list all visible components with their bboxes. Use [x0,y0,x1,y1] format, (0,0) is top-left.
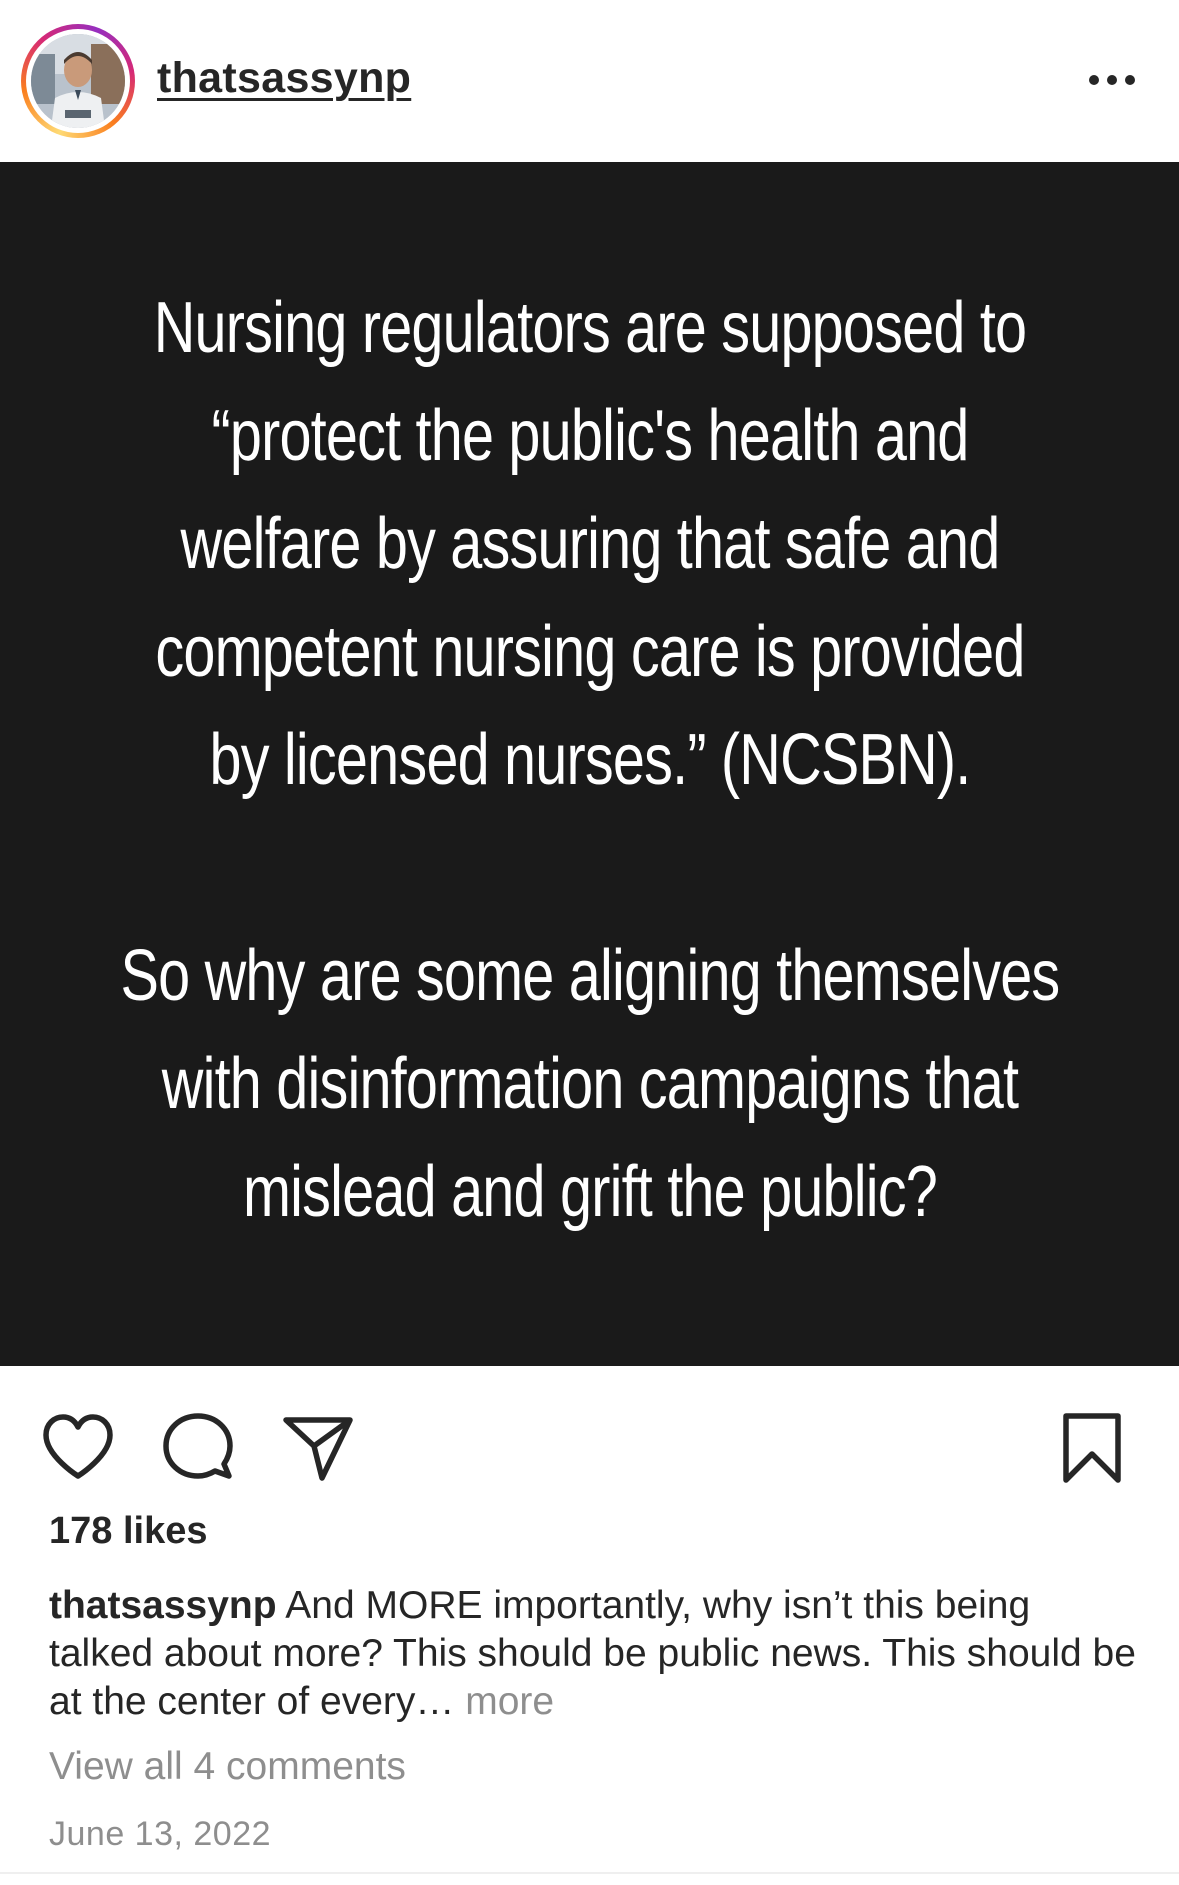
post-text-line: by licensed nurses.” (NCSBN). [208,720,971,800]
post-text-paragraph-1: Nursing regulators are supposed to “prot… [70,274,1110,814]
post-text-line: competent nursing care is provided [154,612,1025,692]
divider [0,1872,1179,1874]
post-text-line: Nursing regulators are supposed to [153,288,1026,368]
post-text-line: welfare by assuring that safe and [180,504,1000,584]
send-icon [283,1417,353,1481]
post-text-line: with disinformation campaigns that [161,1044,1018,1124]
post-text-line: So why are some aligning themselves [120,936,1060,1016]
post-text-paragraph-2: So why are some aligning themselves with… [70,922,1110,1246]
comment-button[interactable] [158,1408,238,1488]
save-button[interactable] [1052,1408,1132,1488]
like-button[interactable] [38,1408,118,1488]
avatar[interactable] [31,34,125,128]
ellipsis-horizontal-icon [1089,75,1135,85]
bookmark-icon [1063,1413,1121,1483]
comment-bubble-icon [163,1413,233,1479]
post-image[interactable]: Nursing regulators are supposed to “prot… [0,162,1179,1366]
post-header: thatsassynp [0,0,1179,162]
avatar-frame [26,29,130,133]
post-text-line: “protect the public's health and [210,396,969,476]
post-author-username[interactable]: thatsassynp [157,54,411,103]
story-ring[interactable] [21,24,135,138]
post-caption: thatsassynp And MORE importantly, why is… [49,1582,1139,1726]
avatar-photo-icon [31,34,125,128]
view-all-comments-link[interactable]: View all 4 comments [49,1745,406,1789]
more-options-button[interactable] [1080,56,1150,104]
caption-username[interactable]: thatsassynp [49,1584,277,1627]
share-button[interactable] [278,1408,358,1488]
likes-count[interactable]: 178 likes [49,1510,207,1553]
post-text-line: mislead and grift the public? [242,1152,937,1232]
post-timestamp: June 13, 2022 [49,1815,272,1853]
heart-icon [43,1414,113,1479]
caption-more-link[interactable]: more [465,1680,554,1723]
post-action-bar [0,1366,1179,1506]
